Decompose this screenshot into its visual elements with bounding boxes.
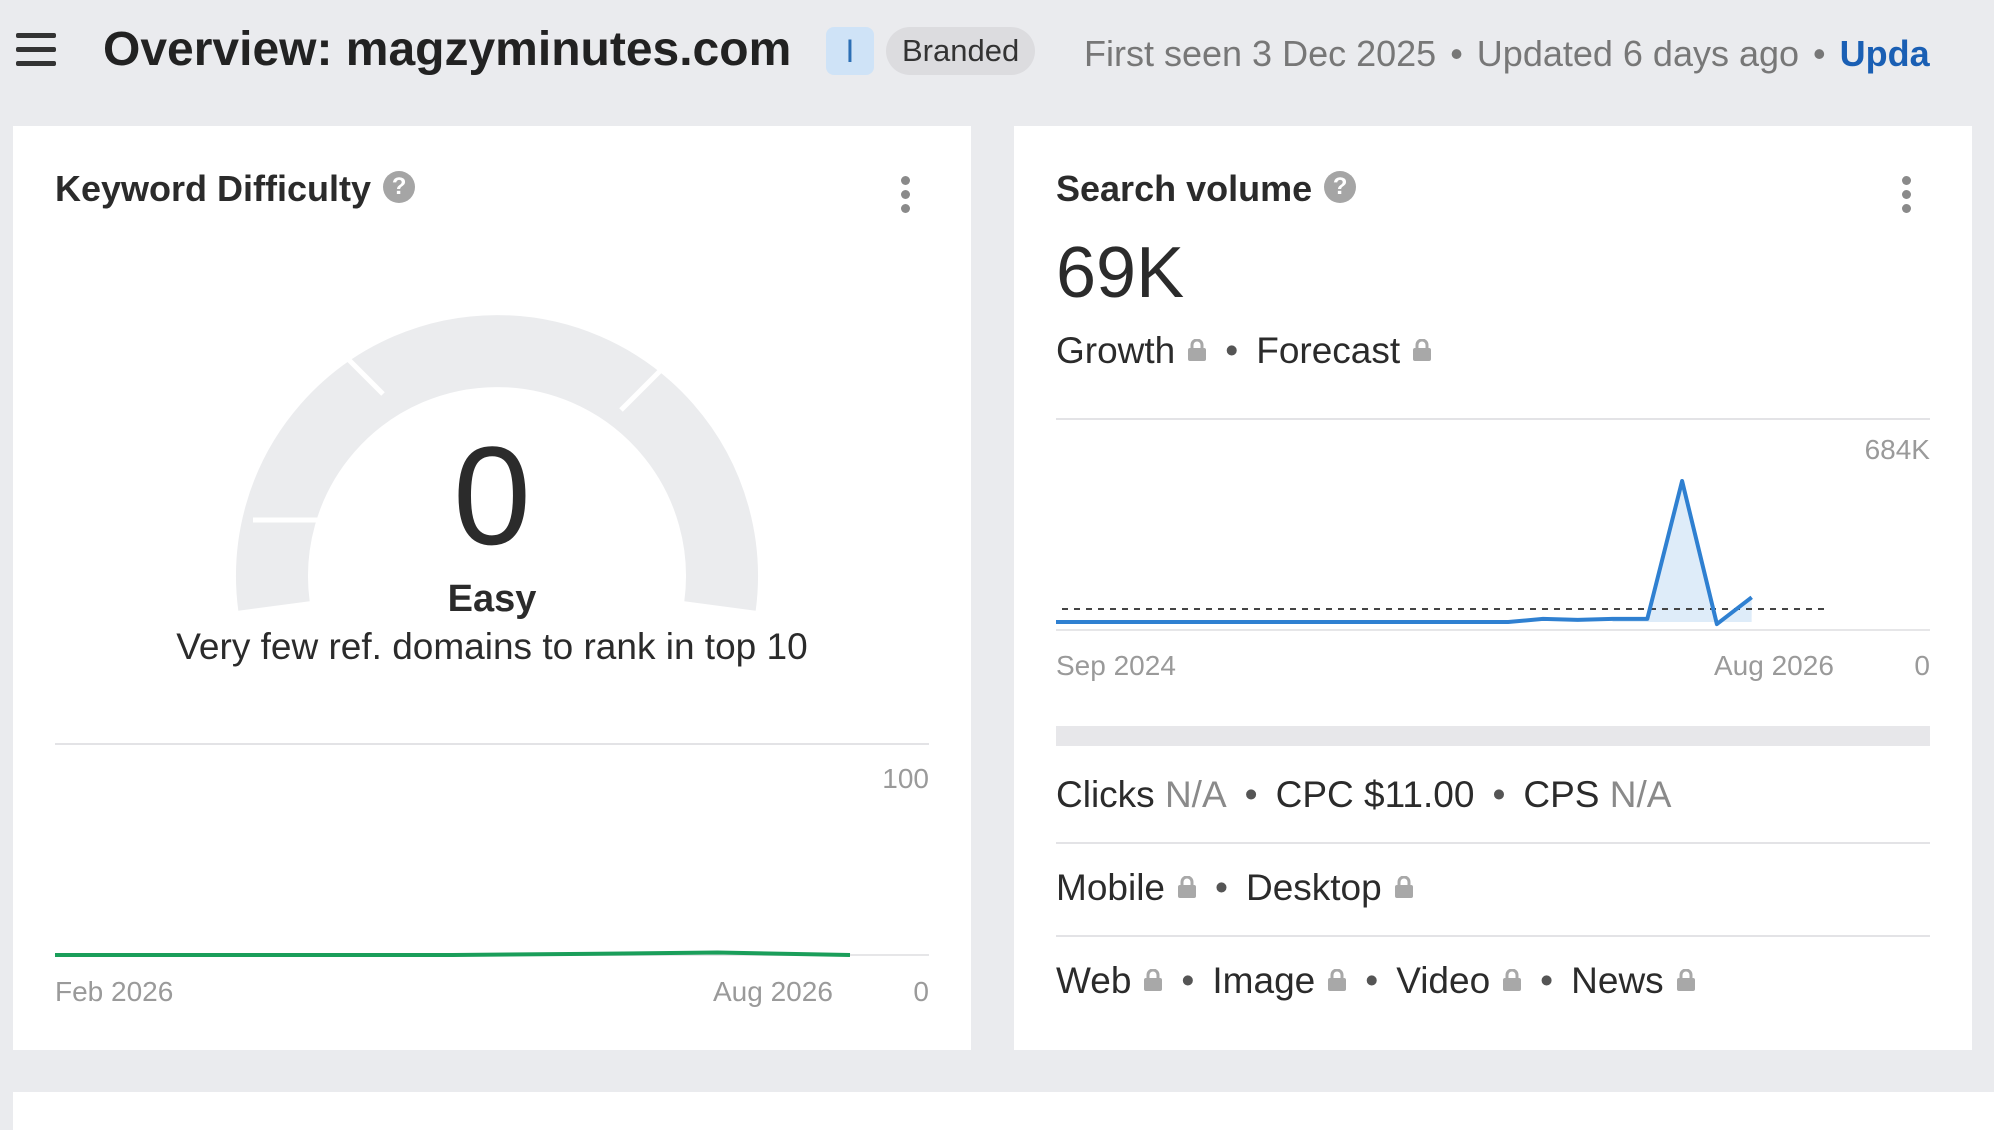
- lock-icon: [1413, 339, 1432, 362]
- menu-icon[interactable]: [16, 33, 56, 67]
- lock-icon: [1394, 876, 1413, 899]
- first-seen-text: First seen 3 Dec 2025: [1084, 33, 1437, 74]
- lock-icon: [1676, 969, 1695, 992]
- lock-icon: [1178, 876, 1196, 899]
- gray-bar: [1056, 726, 1930, 746]
- y-max-label: 684K: [1864, 434, 1930, 465]
- y-min-label: 0: [1914, 650, 1930, 681]
- video-label: Video: [1396, 960, 1491, 1001]
- growth-forecast-row: Growth • Forecast: [1056, 330, 1432, 372]
- web-label: Web: [1056, 960, 1132, 1001]
- cps-label: CPS: [1523, 774, 1600, 815]
- update-link[interactable]: Upda: [1840, 33, 1930, 74]
- intent-badge: I: [826, 27, 874, 75]
- desktop-label: Desktop: [1245, 867, 1382, 908]
- separator-dot: •: [1365, 960, 1379, 1001]
- separator-dot: •: [1540, 960, 1554, 1001]
- lock-icon: [1188, 339, 1207, 362]
- divider: [55, 743, 929, 745]
- next-card: [13, 1092, 1994, 1130]
- separator-dot: •: [1215, 867, 1228, 908]
- clicks-label: Clicks: [1056, 774, 1155, 815]
- lock-icon: [1328, 969, 1347, 992]
- x-end-label: Aug 2026: [713, 976, 833, 1007]
- keyword-difficulty-card: Keyword Difficulty? 0 Easy Very few ref.…: [13, 126, 971, 1050]
- separator-dot: •: [1492, 774, 1506, 815]
- card-title-text: Search volume: [1056, 168, 1313, 209]
- separator-dot: •: [1225, 330, 1239, 371]
- divider: [1056, 935, 1930, 937]
- sv-area-fill: [1612, 481, 1752, 625]
- y-min-label: 0: [913, 976, 929, 1007]
- divider: [1056, 418, 1930, 420]
- separator-dot: •: [1181, 960, 1195, 1001]
- search-volume-chart: [1056, 479, 1830, 627]
- separator-dot: •: [1813, 33, 1826, 74]
- search-volume-card: Search volume? 69K Growth • Forecast 684K …: [1014, 126, 1972, 1050]
- more-options-icon[interactable]: [1900, 176, 1912, 216]
- x-start-label: Feb 2026: [55, 976, 174, 1007]
- x-end-label: Aug 2026: [1714, 650, 1834, 681]
- news-label: News: [1571, 960, 1664, 1001]
- difficulty-level: Easy: [447, 578, 537, 620]
- separator-dot: •: [1450, 33, 1463, 74]
- search-type-row: Web • Image • Video • News: [1056, 960, 1696, 1002]
- help-icon[interactable]: ?: [1324, 171, 1357, 204]
- lock-icon: [1503, 969, 1522, 992]
- search-volume-value: 69K: [1056, 233, 1185, 313]
- forecast-label: Forecast: [1256, 330, 1401, 371]
- kd-trend-chart: [55, 950, 851, 957]
- kd-series-line: [55, 950, 851, 957]
- clicks-value: N/A: [1164, 774, 1227, 815]
- updated-text: Updated 6 days ago: [1476, 33, 1800, 74]
- clicks-cpc-row: Clicks N/A • CPC $11.00 • CPS N/A: [1056, 774, 1671, 816]
- lock-icon: [1144, 969, 1163, 992]
- image-label: Image: [1212, 960, 1316, 1001]
- difficulty-description: Very few ref. domains to rank in top 10: [176, 626, 808, 667]
- y-max-label: 100: [882, 763, 929, 794]
- cps-value: N/A: [1609, 774, 1672, 815]
- difficulty-score: 0: [453, 417, 531, 574]
- branded-badge: Branded: [886, 27, 1036, 75]
- sv-series-line: [1056, 479, 1753, 627]
- mobile-label: Mobile: [1056, 867, 1165, 908]
- x-start-label: Sep 2024: [1056, 650, 1176, 681]
- card-title: Search volume?: [1056, 168, 1357, 210]
- page-title: Overview: magzyminutes.com: [103, 23, 792, 76]
- growth-label: Growth: [1056, 330, 1176, 371]
- divider: [1056, 842, 1930, 844]
- cpc-text: CPC $11.00: [1275, 774, 1475, 815]
- separator-dot: •: [1244, 774, 1258, 815]
- device-row: Mobile • Desktop: [1056, 867, 1414, 909]
- page-meta: First seen 3 Dec 2025 • Updated 6 days ago…: [1084, 33, 1930, 75]
